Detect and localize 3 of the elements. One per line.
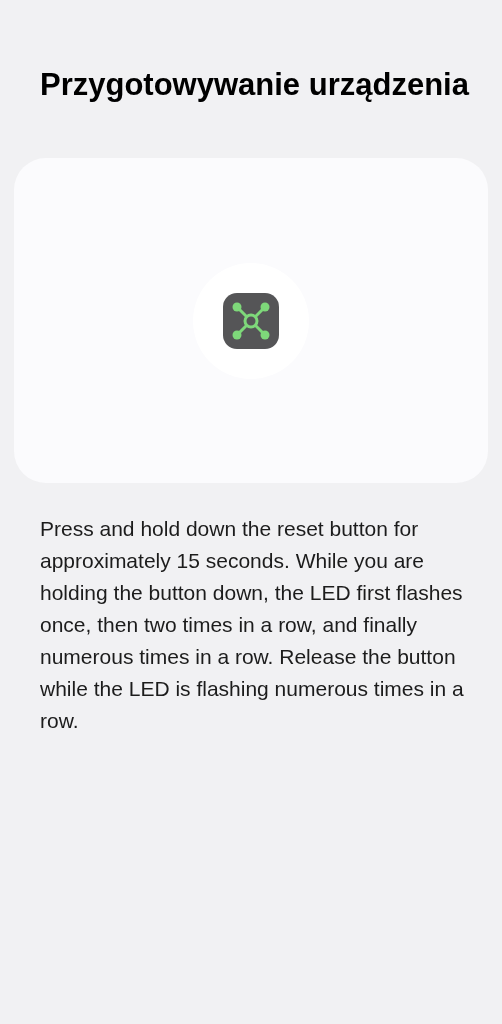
page-title: Przygotowywanie urządzenia [40,66,471,104]
network-hub-icon [223,292,279,349]
instructions-text: Press and hold down the reset button for approximately 15 seconds. While you are holding the button down, the LED first flashes once, then two times in a row, and finally numerous times in a row. Release the button while the LED is flashing numerous times in a row. [40,516,465,734]
